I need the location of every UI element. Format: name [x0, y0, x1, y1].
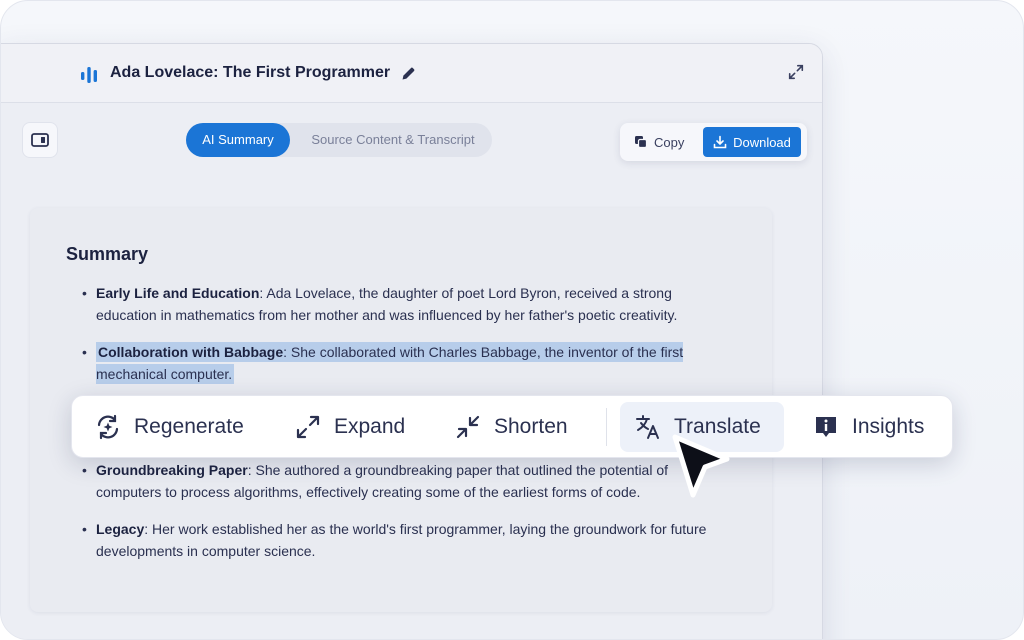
download-button[interactable]: Download: [703, 127, 801, 157]
summary-item-text: : Her work established her as the world'…: [96, 521, 707, 559]
shorten-button[interactable]: Shorten: [454, 396, 568, 457]
view-tabs: AI Summary Source Content & Transcript: [186, 123, 492, 157]
download-label: Download: [733, 134, 791, 150]
summary-item: Legacy: Her work established her as the …: [82, 518, 736, 562]
translate-icon: [636, 415, 659, 439]
insights-button[interactable]: Insights: [812, 396, 924, 457]
summary-heading: Summary: [66, 244, 149, 264]
shorten-icon: [456, 415, 480, 438]
shorten-label: Shorten: [494, 414, 568, 438]
expand-icon: [296, 415, 320, 438]
regenerate-button[interactable]: Regenerate: [94, 396, 244, 457]
summary-item: Collaboration with Babbage: She collabor…: [82, 341, 736, 385]
copy-label: Copy: [654, 134, 685, 150]
app-frame: Ada Lovelace: The First Programmer AI Su…: [0, 0, 1024, 640]
regenerate-icon: [97, 414, 119, 439]
expand-arrows-icon[interactable]: [787, 63, 805, 81]
summary-item-label: Groundbreaking Paper: [96, 462, 248, 478]
mouse-pointer-icon: [672, 434, 730, 498]
summary-item-label: Collaboration with Babbage: [98, 344, 284, 360]
sidebar-panel-icon: [31, 133, 49, 147]
expand-button[interactable]: Expand: [294, 396, 405, 457]
ai-actions-toolbar: Regenerate Expand Shorten Translate Insi…: [71, 395, 953, 458]
download-icon: [713, 135, 727, 149]
actions-group: Copy Download: [620, 123, 807, 161]
sidebar-toggle-button[interactable]: [22, 122, 58, 158]
info-badge-icon: [816, 416, 836, 437]
expand-label: Expand: [334, 414, 406, 438]
summary-item-label: Legacy: [96, 521, 145, 537]
insights-label: Insights: [852, 414, 925, 438]
regenerate-label: Regenerate: [134, 414, 244, 438]
pencil-icon[interactable]: [400, 65, 417, 82]
summary-item-label: Early Life and Education: [96, 285, 260, 301]
document-title: Ada Lovelace: The First Programmer: [110, 64, 391, 81]
summary-item: Early Life and Education: Ada Lovelace, …: [82, 282, 736, 326]
selected-text[interactable]: Collaboration with Babbage: She collabor…: [96, 342, 684, 384]
copy-button[interactable]: Copy: [628, 127, 698, 157]
toolbar-divider: [606, 408, 607, 446]
copy-icon: [635, 136, 648, 149]
summary-item: Groundbreaking Paper: She authored a gro…: [82, 459, 736, 503]
tab-source-content[interactable]: Source Content & Transcript: [296, 123, 490, 157]
document-window: Ada Lovelace: The First Programmer AI Su…: [1, 43, 823, 639]
tab-ai-summary[interactable]: AI Summary: [186, 123, 290, 157]
bar-chart-icon: [81, 67, 97, 83]
title-bar: Ada Lovelace: The First Programmer: [1, 44, 822, 103]
